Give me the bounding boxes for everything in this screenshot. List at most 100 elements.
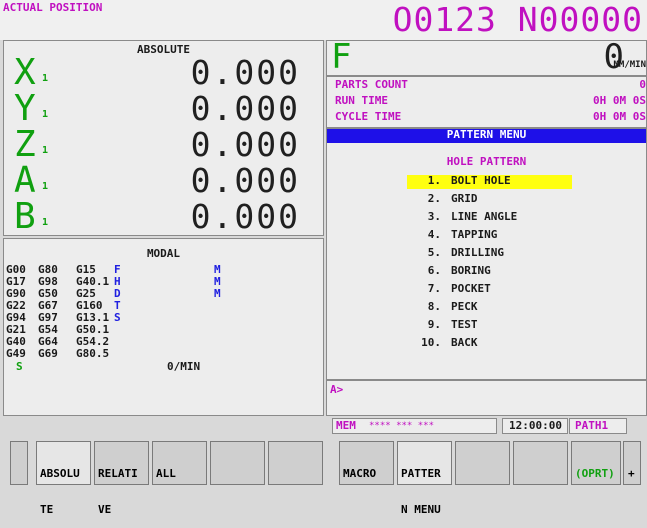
modal-panel: MODAL G00 G80 G15 F M G17 G98 G40.1 H M … bbox=[3, 238, 324, 416]
axis-subscript: 1 bbox=[42, 217, 49, 228]
menu-item-label: LINE ANGLE bbox=[451, 210, 518, 223]
menu-item-number: 10. bbox=[421, 336, 441, 349]
softkey-relative[interactable]: RELATI VE bbox=[94, 441, 149, 516]
softkey-pattern-menu[interactable]: PATTER N MENU bbox=[397, 441, 452, 516]
axis-value: 0.000 bbox=[190, 161, 300, 200]
position-panel: ABSOLUTE X 1 0.000 Y 1 0.000 Z 1 0.000 A… bbox=[3, 40, 325, 237]
axis-value: 0.000 bbox=[190, 89, 300, 128]
axis-row-y: Y 1 0.000 bbox=[4, 88, 325, 129]
axis-row-a: A 1 0.000 bbox=[4, 160, 325, 201]
softkey-label-line2: N MENU bbox=[401, 503, 441, 516]
axis-name: Z bbox=[14, 124, 36, 165]
softkey-all[interactable]: ALL bbox=[152, 441, 207, 485]
parts-count-label: PARTS COUNT bbox=[335, 78, 408, 91]
menu-item-line-angle[interactable]: 3. LINE ANGLE bbox=[407, 211, 572, 225]
menu-item-boring[interactable]: 6. BORING bbox=[407, 265, 572, 279]
modal-label: MODAL bbox=[146, 247, 181, 260]
softkey-label: RELATI bbox=[98, 467, 138, 480]
menu-item-label: PECK bbox=[451, 300, 478, 313]
clock: 12:00:00 bbox=[509, 419, 562, 432]
feed-letter: F bbox=[331, 37, 352, 77]
status-dots: **** *** *** bbox=[369, 421, 435, 431]
path-box: PATH1 bbox=[569, 418, 627, 434]
screen-title: ACTUAL POSITION bbox=[3, 1, 103, 14]
menu-item-grid[interactable]: 2. GRID bbox=[407, 193, 572, 207]
softkey-label-line2: VE bbox=[98, 503, 112, 516]
softkey-operation[interactable]: (OPRT) bbox=[571, 441, 621, 485]
menu-item-back[interactable]: 10. BACK bbox=[407, 337, 572, 351]
axis-row-b: B 1 0.000 bbox=[4, 196, 325, 237]
menu-item-number: 7. bbox=[427, 282, 441, 295]
run-time-label: RUN TIME bbox=[335, 94, 388, 107]
softkey-label: PATTER bbox=[401, 467, 441, 480]
hole-pattern-heading: HOLE PATTERN bbox=[446, 155, 527, 168]
menu-item-number: 3. bbox=[427, 210, 441, 223]
menu-item-tapping[interactable]: 4. TAPPING bbox=[407, 229, 572, 243]
axis-subscript: 1 bbox=[42, 181, 49, 192]
softkey-label: ABSOLU bbox=[40, 467, 80, 480]
axis-subscript: 1 bbox=[42, 109, 49, 120]
feed-unit-label: 0/MIN bbox=[167, 360, 201, 373]
menu-item-label: POCKET bbox=[451, 282, 491, 295]
softkey-blank-5[interactable] bbox=[268, 441, 323, 485]
menu-item-test[interactable]: 9. TEST bbox=[407, 319, 572, 333]
softkey-blank-9[interactable] bbox=[513, 441, 568, 485]
menu-item-peck[interactable]: 8. PECK bbox=[407, 301, 572, 315]
menu-item-number: 9. bbox=[427, 318, 441, 331]
modal-letter: M bbox=[214, 287, 221, 300]
mode-status-box: MEM **** *** *** bbox=[332, 418, 497, 434]
axis-value: 0.000 bbox=[190, 197, 300, 236]
modal-code: G49 bbox=[6, 347, 26, 360]
menu-item-label: BOLT HOLE bbox=[451, 174, 511, 187]
menu-item-label: GRID bbox=[451, 192, 478, 205]
menu-item-label: TEST bbox=[451, 318, 478, 331]
softkey-label: ALL bbox=[156, 467, 176, 480]
softkey-absolute[interactable]: ABSOLU TE bbox=[36, 441, 91, 516]
menu-item-label: BACK bbox=[451, 336, 478, 349]
axis-subscript: 1 bbox=[42, 73, 49, 84]
softkey-label: MACRO bbox=[343, 467, 377, 480]
menu-item-label: TAPPING bbox=[451, 228, 498, 241]
clock-box: 12:00:00 bbox=[502, 418, 568, 434]
menu-item-number: 6. bbox=[427, 264, 441, 277]
axis-name: X bbox=[14, 52, 36, 93]
axis-row-z: Z 1 0.000 bbox=[4, 124, 325, 165]
softkey-label: (OPRT) bbox=[575, 467, 615, 480]
cycle-time-value: 0H 0M 0S bbox=[593, 110, 646, 123]
softkey-next-plus[interactable]: + bbox=[623, 441, 641, 485]
feed-value: 0 bbox=[603, 37, 624, 77]
axis-name: B bbox=[14, 196, 36, 237]
axis-name: Y bbox=[14, 88, 36, 129]
parts-count-value: 0 bbox=[639, 78, 646, 91]
path-label: PATH1 bbox=[575, 419, 609, 432]
input-prompt: A> bbox=[330, 383, 344, 396]
status-bar: MEM **** *** *** 12:00:00 PATH1 bbox=[326, 417, 647, 435]
menu-item-number: 1. bbox=[427, 174, 441, 187]
feed-unit: MM/MIN bbox=[613, 60, 646, 70]
modal-letter: S bbox=[114, 311, 121, 324]
modal-code: G80.5 bbox=[76, 347, 110, 360]
menu-item-label: DRILLING bbox=[451, 246, 504, 259]
key-input-line[interactable]: A> bbox=[326, 380, 647, 416]
softkey-return-bracket[interactable] bbox=[10, 441, 28, 485]
menu-item-label: BORING bbox=[451, 264, 491, 277]
axis-name: A bbox=[14, 160, 36, 201]
feedrate-panel: F 0 MM/MIN bbox=[326, 37, 647, 77]
cycle-time-label: CYCLE TIME bbox=[335, 110, 402, 123]
pattern-menu-title: PATTERN MENU bbox=[327, 129, 646, 143]
title-bar: ACTUAL POSITION O0123 N00000 bbox=[0, 0, 647, 40]
softkey-blank-4[interactable] bbox=[210, 441, 265, 485]
axis-value: 0.000 bbox=[190, 53, 300, 92]
menu-item-pocket[interactable]: 7. POCKET bbox=[407, 283, 572, 297]
modal-code: G69 bbox=[38, 347, 58, 360]
menu-item-bolt-hole[interactable]: 1. BOLT HOLE bbox=[407, 175, 572, 189]
pattern-menu-panel: PATTERN MENU HOLE PATTERN 1. BOLT HOLE 2.… bbox=[326, 128, 647, 380]
menu-item-drilling[interactable]: 5. DRILLING bbox=[407, 247, 572, 261]
softkey-macro[interactable]: MACRO bbox=[339, 441, 394, 485]
run-time-value: 0H 0M 0S bbox=[593, 94, 646, 107]
axis-row-x: X 1 0.000 bbox=[4, 52, 325, 93]
softkey-label-line2: TE bbox=[40, 503, 54, 516]
plus-icon: + bbox=[628, 467, 635, 480]
info-panel: PARTS COUNT 0 RUN TIME 0H 0M 0S CYCLE TI… bbox=[326, 76, 647, 128]
softkey-blank-8[interactable] bbox=[455, 441, 510, 485]
